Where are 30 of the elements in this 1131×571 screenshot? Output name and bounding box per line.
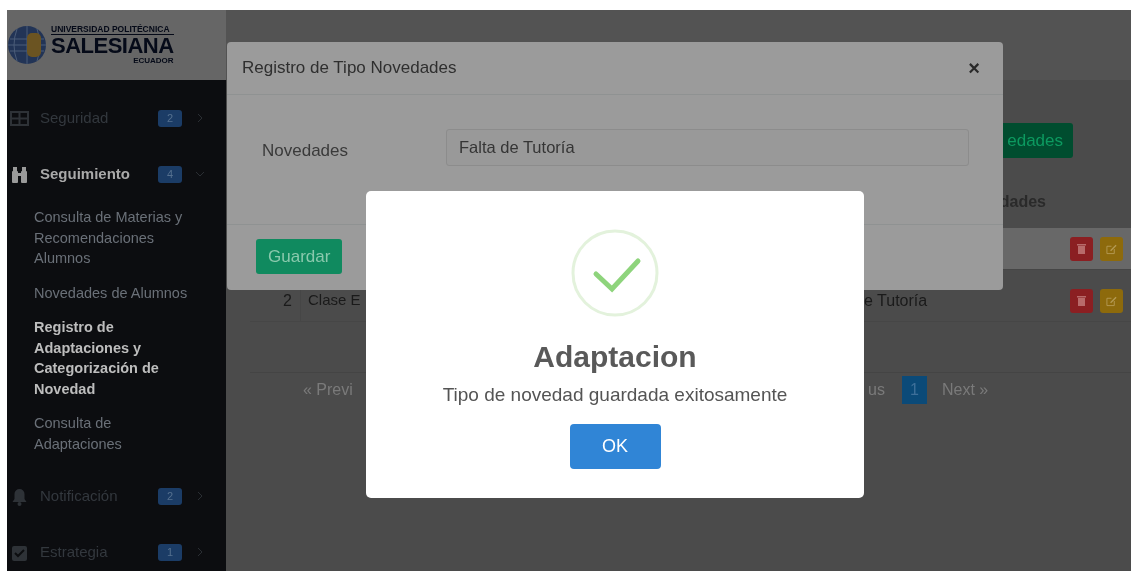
edit-button[interactable] bbox=[1100, 236, 1123, 261]
submenu-item[interactable]: Registro de Adaptaciones y Categorización de Novedad bbox=[34, 317, 199, 399]
bell-icon bbox=[10, 486, 29, 506]
pencil-square-icon bbox=[1106, 294, 1117, 307]
globe-emblem-icon bbox=[7, 25, 47, 65]
save-button[interactable]: Guardar bbox=[256, 239, 343, 274]
logo-country: ECUADOR bbox=[133, 57, 174, 66]
alert-title: Adaptacion bbox=[533, 339, 697, 375]
pencil-square-icon bbox=[1106, 242, 1117, 255]
submenu-item[interactable]: Novedades de Alumnos bbox=[34, 282, 199, 303]
submenu-item[interactable]: Consulta de Materias y Recomendaciones Alumnos bbox=[34, 207, 199, 269]
trash-icon bbox=[1077, 295, 1086, 306]
alert-message: Tipo de novedad guardada exitosamente bbox=[442, 383, 788, 407]
count-badge: 4 bbox=[158, 165, 182, 183]
trash-icon bbox=[1077, 243, 1086, 254]
logo-top-line: UNIVERSIDAD POLITÉCNICA bbox=[51, 24, 174, 36]
novedades-input-field[interactable]: Falta de Tutoría bbox=[446, 129, 969, 166]
close-button[interactable]: × bbox=[960, 53, 988, 83]
sidebar-item-label[interactable]: Seguimiento bbox=[40, 162, 158, 186]
ok-button[interactable]: OK bbox=[569, 423, 661, 469]
success-check-icon bbox=[571, 229, 659, 317]
delete-button[interactable] bbox=[1070, 236, 1093, 261]
edit-button[interactable] bbox=[1100, 288, 1123, 313]
grid-icon bbox=[10, 108, 29, 128]
logo-name: SALESIANA bbox=[51, 35, 174, 58]
delete-button[interactable] bbox=[1070, 288, 1093, 313]
submenu-item[interactable]: Consulta de Adaptaciones bbox=[34, 413, 199, 454]
field-label: Novedades bbox=[262, 140, 349, 162]
modal-title: Registro de Tipo Novedades bbox=[242, 57, 457, 80]
binoculars-icon bbox=[10, 164, 29, 184]
